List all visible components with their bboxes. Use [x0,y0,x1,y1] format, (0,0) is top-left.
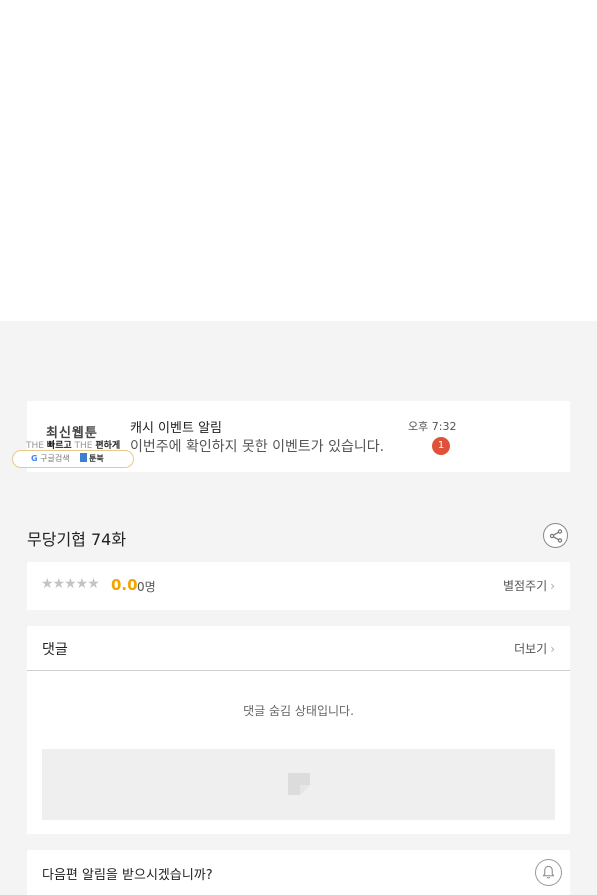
comments-section: 댓글 더보기 › 댓글 숨김 상태입니다. [27,626,570,834]
rating-stars: ★★★★★ [41,576,100,592]
comments-title: 댓글 [42,642,68,658]
toonbook: 툰북 [80,453,104,464]
notification-body: 이번주에 확인하지 못한 이벤트가 있습니다. [130,439,385,455]
google-icon: G [31,454,38,463]
share-button[interactable] [543,523,568,548]
ad-search-pill: G 구글검색 툰북 [12,450,134,468]
google-search-label: 구글검색 [40,454,70,463]
bell-icon [542,865,555,879]
rate-button-label: 별점주기 [503,579,548,593]
content-viewer-area [0,0,597,321]
notification-time: 오후 7:32 [408,420,457,433]
comments-header: 댓글 더보기 › [27,626,570,671]
toonbook-label: 툰북 [89,454,104,463]
ad-logo[interactable]: 최신웹툰 THE 빠르고 THE 편하게 G 구글검색 툰북 [12,422,134,468]
google-search: G 구글검색 [31,453,70,464]
comments-hidden-message: 댓글 숨김 상태입니다. [243,704,354,718]
chevron-right-icon: › [550,579,555,593]
alarm-bell-button[interactable] [535,859,562,886]
rating-count: 0명 [137,580,156,594]
comments-more-label: 더보기 [514,642,548,656]
comments-more-link[interactable]: 더보기 › [514,640,555,657]
image-placeholder-icon [288,773,310,795]
notification-count-badge: 1 [432,437,450,455]
next-episode-question: 다음편 알림을 받으시겠습니까? [42,868,213,883]
ad-placeholder[interactable] [42,749,555,820]
share-icon [549,529,563,543]
rate-button[interactable]: 별점주기 › [503,577,555,594]
notification-title: 캐시 이벤트 알림 [130,421,222,436]
chevron-right-icon: › [550,642,555,656]
episode-title: 무당기협 74화 [27,530,127,549]
book-icon [80,453,87,462]
rating-card: ★★★★★ 0.0 0명 별점주기 › [27,562,570,610]
rating-score: 0.0 [111,576,138,594]
next-episode-alarm: 다음편 알림을 받으시겠습니까? [27,850,570,895]
